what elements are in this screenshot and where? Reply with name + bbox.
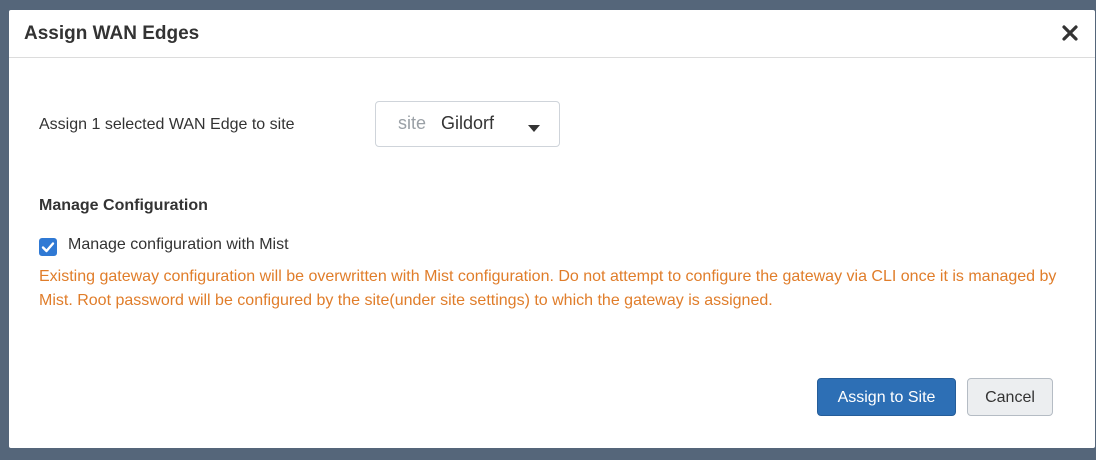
site-prefix-label: site (398, 113, 427, 133)
assign-site-label: Assign 1 selected WAN Edge to site (39, 116, 295, 133)
overwrite-warning-text: Existing gateway configuration will be o… (39, 268, 1057, 309)
manage-config-checkbox-label[interactable]: Manage configuration with Mist (68, 236, 289, 254)
cancel-button[interactable]: Cancel (967, 378, 1053, 416)
modal-title: Assign WAN Edges (24, 23, 200, 44)
site-selected-value: Gildorf (441, 113, 495, 133)
close-icon[interactable] (1057, 20, 1083, 46)
checkmark-icon (41, 242, 55, 253)
caret-down-icon (528, 120, 540, 138)
manage-configuration-heading: Manage Configuration (39, 197, 208, 214)
assign-to-site-button[interactable]: Assign to Site (817, 378, 956, 416)
site-dropdown[interactable]: site Gildorf (375, 101, 560, 147)
modal-header: Assign WAN Edges (9, 10, 1095, 58)
assign-wan-edges-modal: Assign WAN Edges Assign 1 selected WAN E… (9, 10, 1095, 448)
manage-config-checkbox[interactable] (39, 238, 57, 256)
